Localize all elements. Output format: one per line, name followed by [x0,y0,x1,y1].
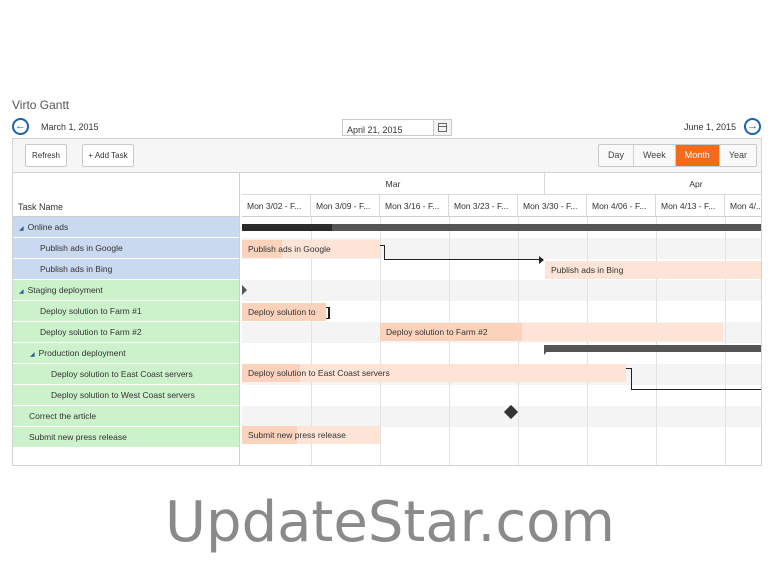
summary-notch-icon [544,350,548,355]
grid-line [656,217,657,465]
task-label: Deploy solution to Farm #2 [40,327,142,337]
task-bar-east-coast[interactable]: Deploy solution to East Coast servers [242,364,626,382]
task-bar-label: Deploy solution to [248,307,316,317]
task-list: Task Name ◢ Online ads Publish ads in Goo… [13,173,240,465]
task-row[interactable]: Deploy solution to Farm #2 [13,322,239,343]
week-cell: Mon 4/... [725,195,761,217]
collapse-triangle-icon[interactable]: ◢ [19,289,24,295]
calendar-icon[interactable] [433,120,451,135]
dependency-line [380,245,385,260]
start-date-label: March 1, 2015 [41,122,99,132]
task-row[interactable]: Deploy solution to Farm #1 [13,301,239,322]
task-bar-farm-1[interactable]: Deploy solution to [242,303,326,321]
task-bar-publish-google[interactable]: Publish ads in Google [242,240,380,258]
task-row[interactable]: Deploy solution to West Coast servers [13,385,239,406]
task-label: Publish ads in Google [40,243,123,253]
dependency-line [632,389,761,390]
date-navigation: ← March 1, 2015 June 1, 2015 → [12,118,762,138]
task-label: Correct the article [29,411,97,421]
task-name-column-header[interactable]: Task Name [18,202,63,212]
task-label: Deploy solution to East Coast servers [51,369,193,379]
watermark: UpdateStar.com [165,490,615,555]
view-month-button[interactable]: Month [674,145,719,166]
add-task-button[interactable]: + Add Task [82,144,134,167]
arrow-head-icon [539,256,544,264]
week-cell: Mon 3/30 - F... [518,195,587,217]
week-cell: Mon 3/02 - F... [242,195,311,217]
task-bar-label: Deploy solution to East Coast servers [248,368,390,378]
grid-row [242,280,761,301]
week-cell: Mon 4/06 - F... [587,195,656,217]
task-label: Submit new press release [29,432,127,442]
task-bar-label: Publish ads in Google [248,244,331,254]
task-bar-label: Deploy solution to Farm #2 [386,327,488,337]
task-bar-publish-bing[interactable]: Publish ads in Bing [545,261,761,279]
task-label: Staging deployment [27,285,103,295]
collapsed-summary-marker-icon [242,285,247,295]
task-label: Deploy solution to Farm #1 [40,306,142,316]
week-cell: Mon 3/16 - F... [380,195,449,217]
summary-bar-online-ads[interactable] [242,224,761,231]
task-bar-label: Submit new press release [248,430,346,440]
dependency-line [385,259,543,260]
end-date-label: June 1, 2015 [684,122,737,132]
month-cell-apr: Apr [545,173,761,195]
task-row-staging-deployment[interactable]: ◢ Staging deployment [13,280,239,301]
task-row-production-deployment[interactable]: ◢ Production deployment [13,343,239,364]
task-label: Online ads [27,222,69,232]
task-bar-farm-2[interactable]: Deploy solution to Farm #2 [380,323,723,341]
collapse-triangle-icon[interactable]: ◢ [30,352,35,358]
grid-row [242,406,761,427]
date-picker[interactable] [342,119,452,138]
task-row[interactable]: Deploy solution to East Coast servers [13,364,239,385]
month-cell-mar: Mar [242,173,545,195]
view-switcher: Day Week Month Year [597,144,757,167]
task-row-online-ads[interactable]: ◢ Online ads [13,217,239,238]
toolbar: Refresh + Add Task Day Week Month Year [13,139,761,173]
refresh-button[interactable]: Refresh [25,144,67,167]
dependency-line [626,368,632,390]
gantt-frame: Refresh + Add Task Day Week Month Year T… [12,138,762,466]
grid-line [725,217,726,465]
week-cell: Mon 3/09 - F... [311,195,380,217]
next-arrow-icon[interactable]: → [744,118,761,135]
gantt-timeline: Mar Apr Mon 3/02 - F... Mon 3/09 - F... … [242,173,761,465]
timeline-body: Publish ads in Google Publish ads in Bin… [242,217,761,465]
task-label: Production deployment [38,348,126,358]
task-row[interactable]: Correct the article [13,406,239,427]
week-header: Mon 3/02 - F... Mon 3/09 - F... Mon 3/16… [242,195,761,217]
view-year-button[interactable]: Year [718,145,756,166]
week-cell: Mon 4/13 - F... [656,195,725,217]
grid-line [587,217,588,465]
collapse-triangle-icon[interactable]: ◢ [19,226,24,232]
week-cell: Mon 3/23 - F... [449,195,518,217]
view-day-button[interactable]: Day [598,145,633,166]
task-row[interactable]: Publish ads in Bing [13,259,239,280]
dependency-line [326,307,330,319]
summary-bar-production[interactable] [544,345,761,352]
task-bar-press-release[interactable]: Submit new press release [242,426,380,444]
grid-line [449,217,450,465]
task-row[interactable]: Submit new press release [13,427,239,448]
date-input[interactable] [343,122,431,138]
grid-line [518,217,519,465]
task-label: Publish ads in Bing [40,264,113,274]
month-header: Mar Apr [242,173,761,195]
app-title: Virto Gantt [12,98,70,112]
prev-arrow-icon[interactable]: ← [12,118,29,135]
task-list-header: Task Name [13,173,239,217]
task-label: Deploy solution to West Coast servers [51,390,195,400]
view-week-button[interactable]: Week [632,145,675,166]
task-bar-label: Publish ads in Bing [551,265,624,275]
task-row[interactable]: Publish ads in Google [13,238,239,259]
